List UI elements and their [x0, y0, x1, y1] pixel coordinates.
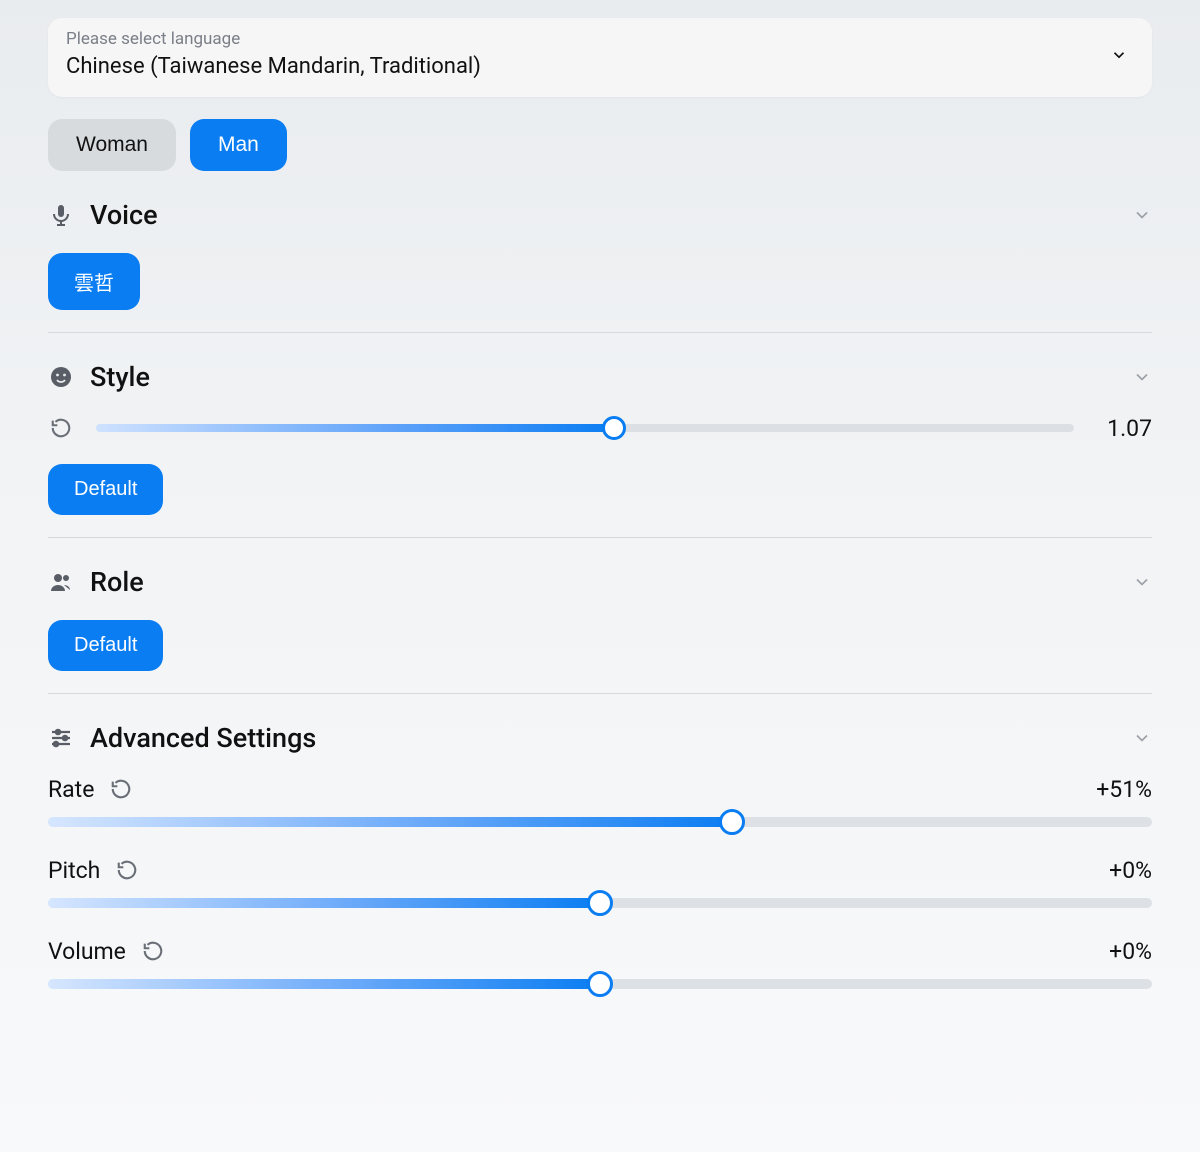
chevron-down-icon	[1132, 205, 1152, 225]
rate-label: Rate	[48, 776, 94, 803]
sliders-icon	[48, 725, 74, 751]
volume-slider-thumb[interactable]	[587, 971, 613, 997]
rate-slider[interactable]	[48, 817, 1152, 827]
pitch-value: +0%	[1109, 857, 1152, 884]
section-role-title: Role	[90, 566, 1116, 598]
pitch-slider-fill	[48, 898, 600, 908]
chevron-down-icon	[1132, 367, 1152, 387]
rate-slider-thumb[interactable]	[719, 809, 745, 835]
volume-value: +0%	[1109, 938, 1152, 965]
section-style-header[interactable]: Style	[48, 361, 1152, 393]
volume-reset-button[interactable]	[140, 938, 166, 964]
gender-option-man[interactable]: Man	[190, 119, 287, 171]
people-icon	[48, 569, 74, 595]
rate-row: Rate +51%	[48, 776, 1152, 827]
section-style: Style 1.07 Default	[48, 361, 1152, 538]
volume-slider-fill	[48, 979, 600, 989]
section-voice-header[interactable]: Voice	[48, 199, 1152, 231]
chevron-down-icon	[1132, 728, 1152, 748]
style-default-chip[interactable]: Default	[48, 464, 163, 515]
language-placeholder: Please select language	[66, 28, 481, 52]
section-advanced-header[interactable]: Advanced Settings	[48, 722, 1152, 754]
gender-toggle: Woman Man	[48, 119, 1152, 171]
chevron-down-icon	[1132, 572, 1152, 592]
rate-reset-button[interactable]	[108, 776, 134, 802]
pitch-slider-thumb[interactable]	[587, 890, 613, 916]
style-slider-thumb[interactable]	[602, 416, 626, 440]
volume-label: Volume	[48, 938, 126, 965]
rate-slider-fill	[48, 817, 732, 827]
pitch-slider[interactable]	[48, 898, 1152, 908]
volume-slider[interactable]	[48, 979, 1152, 989]
language-value: Chinese (Taiwanese Mandarin, Traditional…	[66, 52, 481, 83]
section-role-header[interactable]: Role	[48, 566, 1152, 598]
rate-value: +51%	[1096, 776, 1152, 803]
role-default-chip[interactable]: Default	[48, 620, 163, 671]
style-slider-fill	[96, 424, 614, 432]
pitch-row: Pitch +0%	[48, 857, 1152, 908]
language-select[interactable]: Please select language Chinese (Taiwanes…	[48, 18, 1152, 97]
section-advanced: Advanced Settings Rate +51%	[48, 722, 1152, 1011]
section-voice-title: Voice	[90, 199, 1116, 231]
volume-row: Volume +0%	[48, 938, 1152, 989]
pitch-label: Pitch	[48, 857, 100, 884]
style-reset-button[interactable]	[48, 415, 74, 441]
section-voice: Voice 雲哲	[48, 199, 1152, 333]
section-advanced-title: Advanced Settings	[90, 722, 1116, 754]
section-role: Role Default	[48, 566, 1152, 694]
gender-option-woman[interactable]: Woman	[48, 119, 176, 171]
microphone-icon	[48, 202, 74, 228]
style-slider-value: 1.07	[1096, 415, 1152, 442]
voice-chip-selected[interactable]: 雲哲	[48, 253, 140, 310]
chevron-down-icon	[1110, 46, 1128, 64]
section-style-title: Style	[90, 361, 1116, 393]
style-slider[interactable]	[96, 424, 1074, 432]
smile-icon	[48, 364, 74, 390]
pitch-reset-button[interactable]	[114, 857, 140, 883]
